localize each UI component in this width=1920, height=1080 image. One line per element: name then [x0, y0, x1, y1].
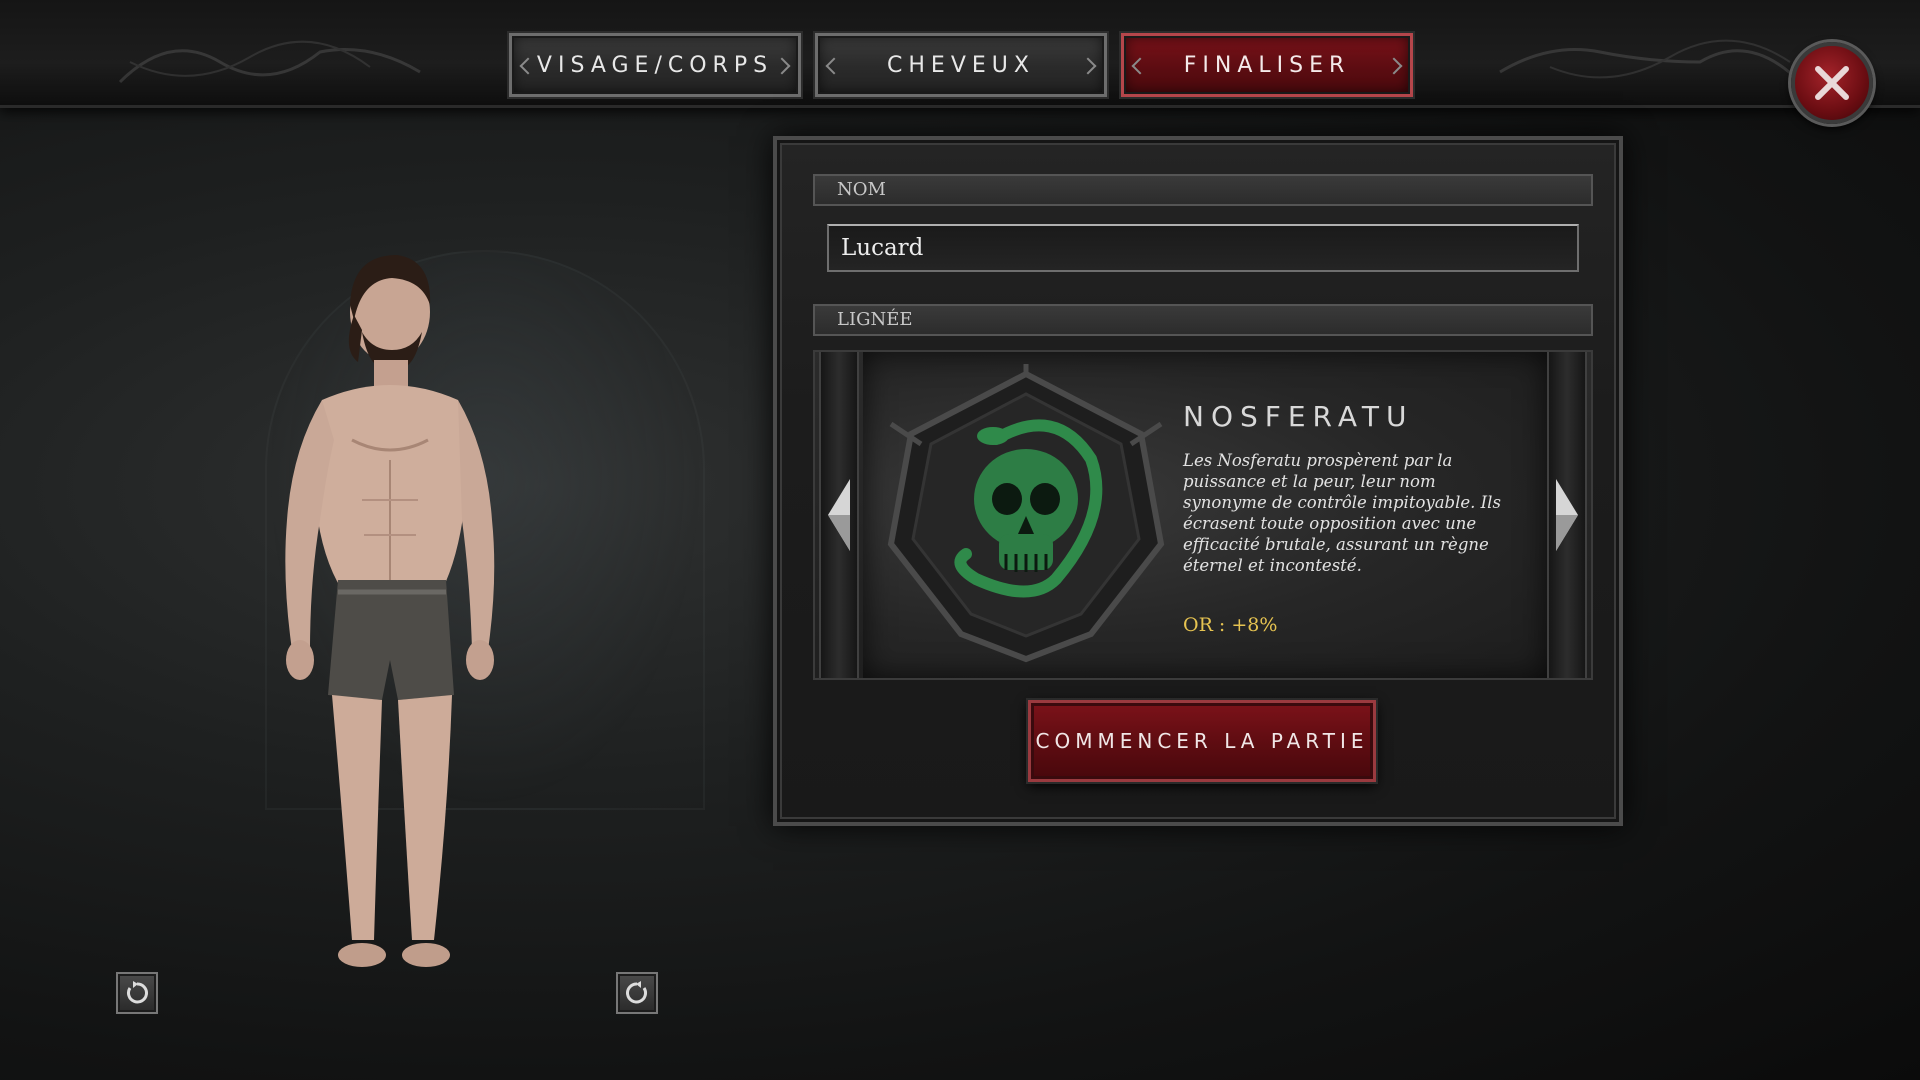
right-ornament — [1499, 39, 1802, 84]
rotate-left-icon — [127, 981, 148, 1004]
start-game-button[interactable]: COMMENCER LA PARTIE — [1026, 698, 1378, 784]
tab-finaliser[interactable]: FINALISER — [1119, 31, 1415, 99]
next-lineage-button[interactable] — [1547, 352, 1587, 678]
arrow-left-icon — [828, 479, 850, 551]
character-model — [285, 255, 495, 967]
lineage-description: Les Nosferatu prospèrent par la puissanc… — [1183, 451, 1501, 575]
previous-lineage-button[interactable] — [819, 352, 859, 678]
lineage-section-header: LIGNÉE — [813, 304, 1593, 336]
finalize-panel: NOM Lucard LIGNÉE NOSFERATU Les Nosferat… — [773, 136, 1623, 826]
left-ornament — [118, 40, 421, 84]
arrow-right-icon — [1556, 479, 1578, 551]
rotate-right-button[interactable] — [616, 972, 658, 1014]
lineage-card: NOSFERATU Les Nosferatu prospèrent par l… — [863, 352, 1547, 678]
close-x-icon — [1815, 66, 1849, 100]
rotate-right-icon — [626, 981, 647, 1004]
lineage-selector: NOSFERATU Les Nosferatu prospèrent par l… — [813, 350, 1593, 680]
lineage-bonus: OR : +8% — [1183, 614, 1278, 636]
tab-cheveux[interactable]: CHEVEUX — [813, 31, 1109, 99]
rotate-left-button[interactable] — [116, 972, 158, 1014]
close-button[interactable] — [1791, 42, 1873, 124]
character-name-input[interactable]: Lucard — [827, 224, 1579, 272]
tab-visage-corps[interactable]: VISAGE/CORPS — [507, 31, 803, 99]
name-section-header: NOM — [813, 174, 1593, 206]
lineage-name: NOSFERATU — [1183, 400, 1414, 433]
green-skull-snake-emblem — [887, 364, 1165, 663]
